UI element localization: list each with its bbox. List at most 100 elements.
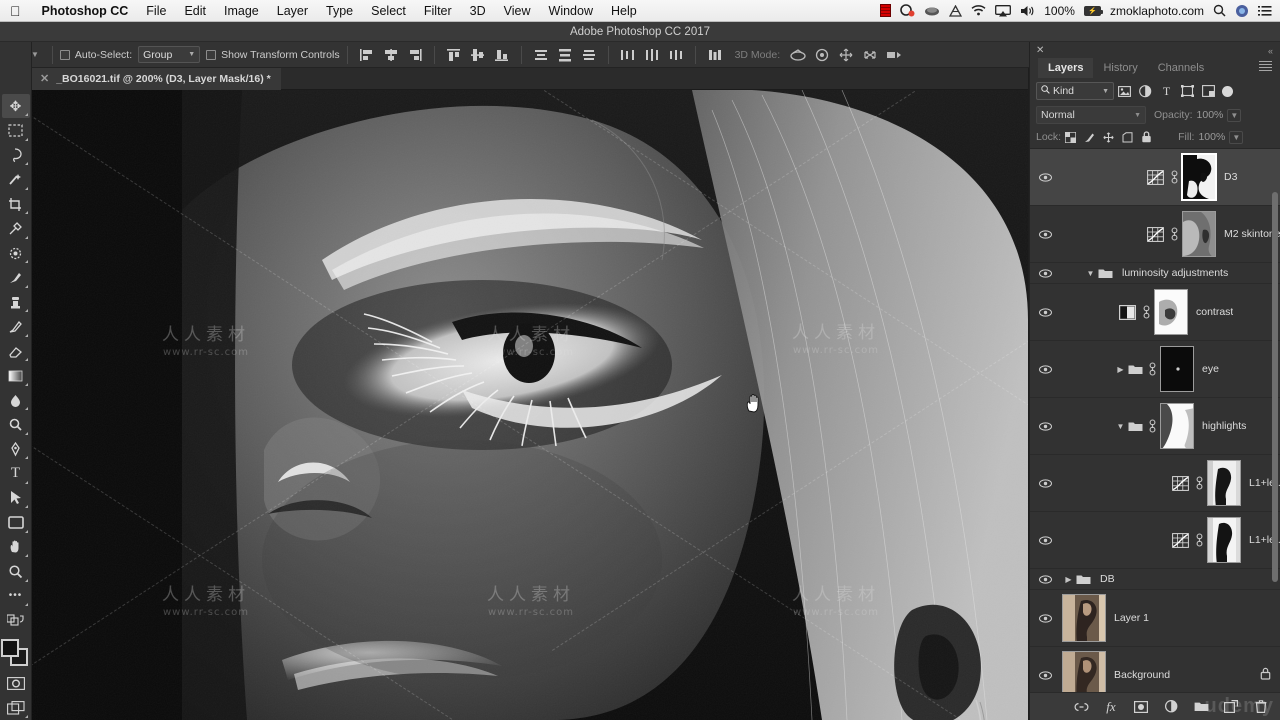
layer-mask-thumbnail[interactable] [1154,289,1188,335]
rotate-3d-object-icon[interactable] [786,45,810,65]
table-row[interactable]: contrast [1030,284,1280,341]
curves-adjustment-icon[interactable] [1144,226,1166,242]
tab-channels[interactable]: Channels [1148,58,1214,78]
layer-visibility-icon[interactable] [1034,229,1056,239]
layer-name[interactable]: eye [1202,363,1219,375]
roll-3d-object-icon[interactable] [810,45,834,65]
layer-visibility-icon[interactable] [1034,613,1056,623]
history-brush-tool[interactable] [2,314,30,338]
lock-all-icon[interactable] [1137,128,1156,146]
filter-adjustment-layers-icon[interactable] [1135,82,1156,101]
layer-mask-thumbnail[interactable] [1160,403,1194,449]
spotlight-search-icon[interactable] [1213,4,1226,17]
filter-kind-dropdown[interactable]: Kind ▼ [1036,82,1114,100]
color-swatches[interactable] [0,638,31,667]
zoom-tool[interactable] [2,559,30,583]
pen-tool[interactable] [2,437,30,461]
layer-visibility-icon[interactable] [1034,478,1056,488]
table-row[interactable]: D3 [1030,149,1280,206]
layer-name[interactable]: highlights [1202,420,1246,432]
align-vertical-centers-icon[interactable] [466,45,490,65]
layer-visibility-icon[interactable] [1034,364,1056,374]
screen-mode-icon[interactable] [2,695,30,719]
menu-window[interactable]: Window [540,0,602,22]
google-drive-icon[interactable] [949,4,963,17]
layer-visibility-icon[interactable] [1034,574,1056,584]
add-layer-mask-button[interactable] [1133,699,1149,715]
layer-name[interactable]: DB [1100,573,1115,585]
layer-mask-thumbnail[interactable] [1207,517,1241,563]
lock-image-pixels-icon[interactable] [1080,128,1099,146]
scale-3d-object-icon[interactable] [882,45,906,65]
layer-list[interactable]: D3 M2 skintones ▼ luminosity adjustments… [1030,148,1280,720]
distribute-top-edges-icon[interactable] [529,45,553,65]
lock-position-icon[interactable] [1099,128,1118,146]
curves-adjustment-icon[interactable] [1169,475,1191,491]
table-row[interactable]: Layer 1 [1030,590,1280,647]
auto-select-scope-dropdown[interactable]: Group ▼ [138,46,201,63]
layer-mask-link-icon[interactable] [1138,305,1154,319]
layer-mask-thumbnail[interactable] [1181,153,1217,201]
opacity-stepper[interactable]: ▼ [1227,108,1242,122]
menu-photoshop[interactable]: Photoshop CC [33,0,138,22]
volume-icon[interactable] [1020,5,1035,17]
fill-value[interactable]: 100% [1198,131,1225,143]
edit-toolbar-tool[interactable]: ••• [2,584,30,608]
distribute-horizontal-centers-icon[interactable] [640,45,664,65]
chevron-down-icon[interactable]: ▼ [1084,269,1097,278]
align-more-options-icon[interactable] [703,45,727,65]
distribute-right-edges-icon[interactable] [664,45,688,65]
lasso-tool[interactable] [2,143,30,167]
layer-mask-link-icon[interactable] [1166,170,1182,184]
layer-visibility-icon[interactable] [1034,421,1056,431]
menu-3d[interactable]: 3D [461,0,495,22]
tab-layers[interactable]: Layers [1038,58,1094,78]
opacity-value[interactable]: 100% [1197,109,1224,121]
layer-mask-link-icon[interactable] [1144,419,1160,433]
close-icon[interactable]: ✕ [1036,45,1044,56]
layer-style-button[interactable]: fx [1103,699,1119,715]
lock-icon[interactable] [1260,667,1271,683]
layer-name[interactable]: contrast [1196,306,1233,318]
panel-menu-icon[interactable] [1259,61,1272,71]
gradient-tool[interactable] [2,363,30,387]
hand-tool[interactable] [2,535,30,559]
align-horizontal-centers-icon[interactable] [379,45,403,65]
crop-tool[interactable] [2,192,30,216]
table-row[interactable]: ▶ DB [1030,569,1280,590]
image-canvas[interactable]: 人人素材 www.rr-sc.com 人人素材 www.rr-sc.com 人人素材… [32,90,1028,720]
link-layers-button[interactable] [1073,699,1089,715]
spot-healing-brush-tool[interactable] [2,241,30,265]
clone-stamp-tool[interactable] [2,290,30,314]
lock-artboard-nesting-icon[interactable] [1118,128,1137,146]
layer-mask-link-icon[interactable] [1166,227,1182,241]
menu-edit[interactable]: Edit [175,0,215,22]
new-adjustment-layer-button[interactable] [1163,699,1179,715]
table-row[interactable]: ▼ highlights [1030,398,1280,455]
filter-smart-object-icon[interactable] [1198,82,1219,101]
layer-name[interactable]: Layer 1 [1114,612,1149,624]
table-row[interactable]: L1+le... [1030,455,1280,512]
layer-mask-thumbnail[interactable] [1160,346,1194,392]
auto-select-checkbox[interactable] [59,49,70,60]
rectangular-marquee-tool[interactable] [2,118,30,142]
distribute-vertical-centers-icon[interactable] [553,45,577,65]
align-right-edges-icon[interactable] [403,45,427,65]
layer-name[interactable]: Background [1114,669,1170,681]
film-strip-icon[interactable] [880,4,892,17]
layer-mask-link-icon[interactable] [1144,362,1160,376]
table-row[interactable]: M2 skintones [1030,206,1280,263]
foreground-color-swatch[interactable] [0,638,19,657]
tab-history[interactable]: History [1093,58,1147,78]
eyedropper-tool[interactable] [2,216,30,240]
siri-icon[interactable] [1235,4,1249,18]
layer-list-scrollbar[interactable] [1272,192,1278,582]
apple-icon[interactable]:  [0,4,33,18]
close-icon[interactable]: ✕ [40,72,49,85]
show-transform-controls-checkbox-group[interactable]: Show Transform Controls [206,49,340,61]
eraser-tool[interactable] [2,339,30,363]
notification-center-icon[interactable] [1258,5,1272,17]
pan-3d-object-icon[interactable] [834,45,858,65]
rectangle-tool[interactable] [2,510,30,534]
collapse-panel-icon[interactable]: « [1268,46,1273,56]
